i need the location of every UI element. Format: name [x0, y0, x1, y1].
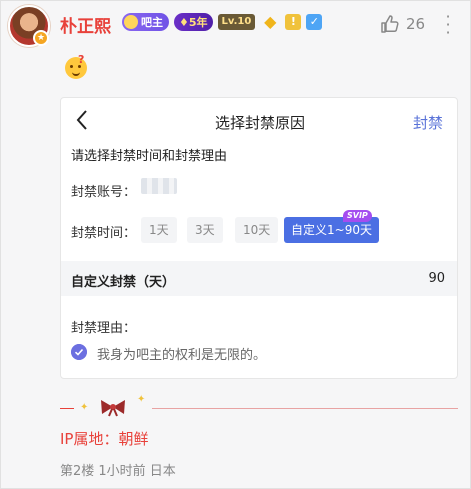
time-option-3day[interactable]: 3天 — [187, 217, 223, 243]
diamond-badge-icon[interactable]: ◆ — [260, 14, 280, 30]
like-count: 26 — [406, 15, 426, 33]
account-label: 封禁账号： — [71, 185, 137, 200]
time-option-1day[interactable]: 1天 — [141, 217, 177, 243]
avatar-badge-icon: ★ — [33, 30, 49, 46]
account-value-blurred — [141, 178, 177, 194]
ban-confirm-button[interactable]: 封禁 — [413, 112, 443, 133]
gold-badge-icon[interactable]: ! — [285, 14, 302, 30]
years-badge[interactable]: ♦ 5年 — [174, 13, 213, 31]
reason-label: 封禁理由： — [71, 321, 137, 336]
custom-days-row[interactable]: 自定义封禁（天） 90 — [61, 261, 457, 296]
instruction-text: 请选择封禁时间和封禁理由 — [71, 149, 228, 164]
years-badge-label: 5年 — [188, 16, 208, 29]
time-option-10day[interactable]: 10天 — [235, 217, 279, 243]
bazhu-badge[interactable]: 吧主 — [122, 13, 169, 31]
years-badge-icon: ♦ — [179, 15, 189, 29]
ban-dialog: 选择封禁原因 封禁 请选择封禁时间和封禁理由 封禁账号： 封禁时间： 1天 3天… — [60, 97, 458, 379]
question-mark-icon: ? — [78, 53, 85, 66]
thumbs-up-icon — [381, 15, 399, 33]
reason-option-text[interactable]: 我身为吧主的权利是无限的。 — [97, 344, 266, 363]
svip-tag: SVIP — [343, 210, 372, 222]
username[interactable]: 朴正熙 — [60, 12, 111, 37]
user-badges: 吧主 ♦ 5年 Lv.10 ◆ ! ✓ — [122, 13, 323, 31]
check-circle-icon[interactable] — [71, 344, 87, 360]
bazhu-badge-icon — [124, 15, 138, 29]
time-label: 封禁时间： — [71, 226, 137, 241]
bazhu-badge-label: 吧主 — [141, 16, 163, 29]
custom-days-label: 自定义封禁（天） — [71, 275, 176, 290]
ip-location: IP属地：朝鲜 — [60, 430, 149, 448]
shield-badge-icon[interactable]: ✓ — [306, 14, 323, 30]
sparkle-icon: ✦ — [80, 402, 89, 413]
divider-left — [60, 408, 74, 409]
custom-days-value[interactable]: 90 — [428, 271, 445, 286]
dialog-title: 选择封禁原因 — [214, 114, 305, 132]
post-meta: 第2楼 1小时前 日本 — [60, 464, 176, 479]
like-button[interactable]: 26 — [380, 14, 425, 34]
level-badge[interactable]: Lv.10 — [217, 14, 256, 30]
divider-right — [152, 408, 458, 409]
sparkle-icon: ✦ — [137, 394, 146, 405]
bow-decoration-icon — [101, 400, 125, 417]
more-vertical-icon[interactable]: · · · — [444, 9, 452, 41]
